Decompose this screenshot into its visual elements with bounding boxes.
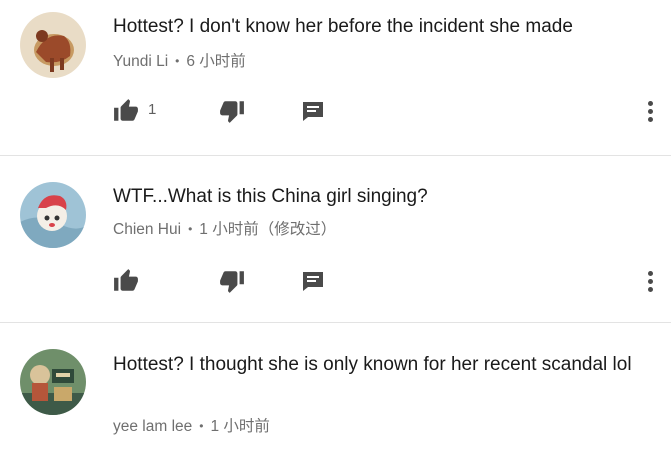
avatar-image [20,349,86,415]
like-button[interactable] [112,96,140,126]
more-vertical-icon-dot [648,279,653,284]
more-options-button[interactable] [642,268,658,296]
thumb-down-icon [220,271,244,293]
comment-text: Hottest? I don't know her before the inc… [113,16,573,37]
avatar-image [20,12,86,78]
thumb-up-icon [114,99,138,121]
comment-meta: yee lam lee • 1 小时前 [113,417,270,437]
comment-actions [0,266,671,296]
comment-text: WTF...What is this China girl singing? [113,186,428,207]
avatar-image [20,182,86,248]
more-vertical-icon [648,101,653,106]
more-vertical-icon [648,271,653,276]
reply-comment-icon [303,272,323,291]
avatar[interactable] [20,349,86,415]
like-count: 1 [148,101,157,118]
more-vertical-icon-dot [648,117,653,122]
more-options-button[interactable] [642,98,658,126]
separator-dot: • [175,54,180,68]
avatar[interactable] [20,12,86,78]
separator-dot: • [188,222,193,236]
timestamp: 1 小时前 [210,418,270,435]
author-name[interactable]: Yundi Li [113,53,168,70]
separator-dot: • [199,419,204,433]
reply-button[interactable] [301,96,325,126]
like-button[interactable] [112,266,140,296]
comment-item: Hottest? I thought she is only known for… [0,323,671,449]
author-name[interactable]: yee lam lee [113,418,192,435]
comment-item: WTF...What is this China girl singing? C… [0,156,671,322]
more-vertical-icon-dot [648,109,653,114]
dislike-button[interactable] [218,96,246,126]
avatar[interactable] [20,182,86,248]
thumb-down-icon [220,101,244,123]
timestamp: 6 小时前 [186,53,246,70]
comment-text: Hottest? I thought she is only known for… [113,354,632,375]
comment-item: Hottest? I don't know her before the inc… [0,0,671,154]
more-vertical-icon-dot [648,287,653,292]
comment-meta: Yundi Li • 6 小时前 [113,52,246,72]
reply-comment-icon [303,102,323,121]
author-name[interactable]: Chien Hui [113,221,181,238]
timestamp: 1 小时前（修改过） [199,221,337,238]
comment-actions: 1 [0,96,671,126]
reply-button[interactable] [301,266,325,296]
thumb-up-icon [114,269,138,291]
comment-meta: Chien Hui • 1 小时前（修改过） [113,220,336,240]
dislike-button[interactable] [218,266,246,296]
